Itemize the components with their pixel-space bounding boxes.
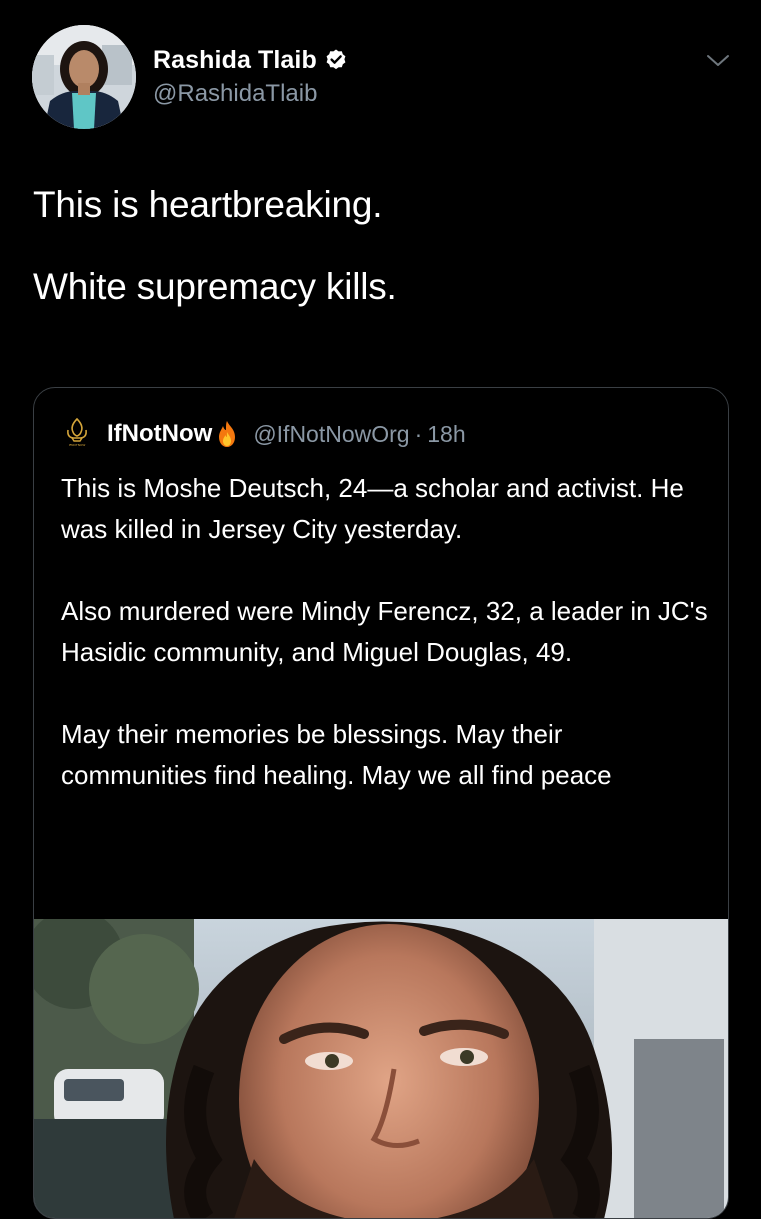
portrait-photo [34, 919, 728, 1218]
quoted-author-name[interactable]: IfNotNow [107, 420, 212, 448]
quoted-author-handle[interactable]: @IfNotNowOrg [253, 421, 409, 448]
quoted-paragraph: May their memories be blessings. May the… [61, 719, 612, 790]
chevron-down-icon[interactable] [706, 53, 730, 69]
tweet: Rashida Tlaib @RashidaTlaib This is hear… [0, 0, 761, 1219]
quoted-tweet-card[interactable]: IFNOTNOW IfNotNow @IfNotNowOrg · 18h Thi… [33, 387, 729, 1219]
quoted-author-avatar[interactable]: IFNOTNOW [59, 414, 95, 450]
ifnotnow-logo-icon: IFNOTNOW [59, 414, 95, 450]
quoted-paragraph: Also murdered were Mindy Ferencz, 32, a … [61, 596, 708, 667]
quoted-tweet-photo[interactable] [34, 919, 728, 1218]
logo-text: IFNOTNOW [69, 443, 86, 447]
author-name-row[interactable]: Rashida Tlaib [153, 44, 348, 76]
quoted-paragraph: This is Moshe Deutsch, 24—a scholar and … [61, 473, 684, 544]
verified-badge-icon [326, 49, 346, 70]
author-avatar[interactable] [32, 25, 136, 129]
author-display-name[interactable]: Rashida Tlaib [153, 46, 317, 75]
quoted-tweet-body: This is Moshe Deutsch, 24—a scholar and … [61, 468, 711, 837]
quoted-timestamp[interactable]: 18h [427, 421, 465, 448]
author-handle[interactable]: @RashidaTlaib [153, 80, 317, 108]
tweet-text-line: This is heartbreaking. [33, 184, 383, 225]
tweet-text-line: White supremacy kills. [33, 266, 397, 307]
separator-dot: · [414, 420, 423, 447]
avatar-photo [32, 25, 136, 129]
fire-emoji-icon [219, 421, 236, 447]
quoted-author-row: IfNotNow @IfNotNowOrg · 18h [107, 418, 466, 450]
